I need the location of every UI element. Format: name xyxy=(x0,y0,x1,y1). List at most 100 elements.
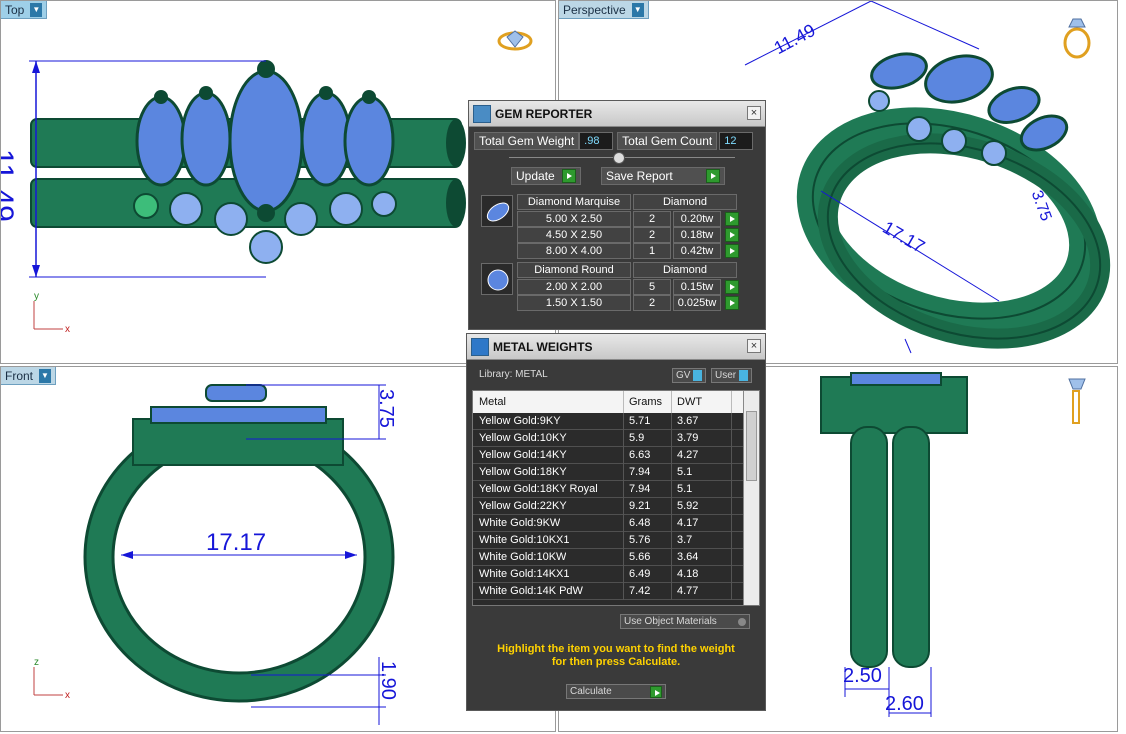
user-label: User xyxy=(715,370,737,381)
viewport-front-label[interactable]: Front ▼ xyxy=(1,367,57,385)
grams-cell: 7.94 xyxy=(629,483,651,495)
dimension-front-band: 1.90 xyxy=(377,661,399,700)
gv-label: GV xyxy=(676,370,691,381)
gem-row-count: 1 xyxy=(633,243,671,259)
svg-text:z: z xyxy=(34,657,39,668)
dimension-top-height: 11.49 xyxy=(0,149,19,222)
dimension-right-a: 2.50 xyxy=(843,665,882,687)
play-icon[interactable] xyxy=(725,212,739,226)
dimension-right-b: 2.60 xyxy=(885,693,924,715)
column-header-metal: Metal xyxy=(479,396,506,408)
metal-cell: Yellow Gold:18KY Royal xyxy=(479,483,598,495)
viewport-front-title: Front xyxy=(5,368,34,383)
dwt-cell: 3.67 xyxy=(677,415,699,427)
dwt-cell: 4.77 xyxy=(677,585,699,597)
total-gem-weight-value: .98 xyxy=(579,132,614,150)
dwt-cell: 4.18 xyxy=(677,568,699,580)
library-label: Library: METAL xyxy=(479,369,548,380)
metal-table-header: Metal Grams DWT xyxy=(473,391,745,413)
metal-cell: White Gold:10KX1 xyxy=(479,534,570,546)
gem-row-weight: 0.20tw xyxy=(673,211,721,227)
viewport-top-label[interactable]: Top ▼ xyxy=(1,1,48,19)
chevron-down-icon[interactable]: ▼ xyxy=(631,2,644,17)
gem-row-weight: 0.18tw xyxy=(673,227,721,243)
dwt-cell: 3.64 xyxy=(677,551,699,563)
gem-reporter-title: GEM REPORTER xyxy=(495,106,593,121)
play-icon xyxy=(650,685,662,698)
calculate-button-label: Calculate xyxy=(570,686,612,697)
column-header-dwt: DWT xyxy=(677,396,703,408)
dwt-cell: 3.79 xyxy=(677,432,699,444)
play-icon xyxy=(706,169,720,183)
table-row[interactable]: Yellow Gold:10KY 5.9 3.79 xyxy=(473,430,745,447)
use-object-materials-label: Use Object Materials xyxy=(624,616,717,627)
gem-group-shape: Diamond Marquise xyxy=(517,194,631,210)
metal-table[interactable]: Metal Grams DWT Yellow Gold:9KY 5.71 3.67 Y… xyxy=(472,390,760,606)
table-row[interactable]: White Gold:10KW 5.66 3.64 xyxy=(473,549,745,566)
grams-cell: 5.66 xyxy=(629,551,651,563)
use-object-materials-toggle[interactable]: Use Object Materials xyxy=(620,614,750,629)
svg-text:x: x xyxy=(65,690,70,701)
chevron-down-icon[interactable]: ▼ xyxy=(39,368,52,383)
metal-cell: White Gold:9KW xyxy=(479,517,561,529)
chevron-down-icon[interactable]: ▼ xyxy=(30,2,43,17)
table-row[interactable]: Yellow Gold:14KY 6.63 4.27 xyxy=(473,447,745,464)
grams-cell: 6.63 xyxy=(629,449,651,461)
grams-cell: 5.9 xyxy=(629,432,645,444)
metal-cell: Yellow Gold:18KY xyxy=(479,466,567,478)
dwt-cell: 3.7 xyxy=(677,534,693,546)
svg-text:x: x xyxy=(65,324,70,335)
slider-handle[interactable] xyxy=(613,152,625,164)
table-row[interactable]: White Gold:10KX1 5.76 3.7 xyxy=(473,532,745,549)
scrollbar[interactable] xyxy=(743,391,759,605)
play-icon[interactable] xyxy=(725,280,739,294)
dwt-cell: 4.17 xyxy=(677,517,699,529)
table-row[interactable]: Yellow Gold:9KY 5.71 3.67 xyxy=(473,413,745,430)
play-icon[interactable] xyxy=(725,228,739,242)
update-button[interactable]: Update xyxy=(511,167,581,185)
gem-group-shape: Diamond Round xyxy=(517,262,631,278)
table-row[interactable]: White Gold:9KW 6.48 4.17 xyxy=(473,515,745,532)
metal-weights-icon xyxy=(471,338,489,356)
gem-reporter-titlebar[interactable]: GEM REPORTER × xyxy=(469,101,765,127)
user-toggle[interactable]: User xyxy=(711,368,753,383)
gem-row-count: 2 xyxy=(633,295,671,311)
metal-cell: Yellow Gold:22KY xyxy=(479,500,567,512)
table-row[interactable]: Yellow Gold:18KY Royal 7.94 5.1 xyxy=(473,481,745,498)
grams-cell: 7.42 xyxy=(629,585,651,597)
scrollbar-thumb[interactable] xyxy=(746,411,757,481)
table-row[interactable]: Yellow Gold:18KY 7.94 5.1 xyxy=(473,464,745,481)
marquise-thumbnail xyxy=(481,195,513,227)
total-gem-count-label: Total Gem Count xyxy=(617,132,718,150)
close-icon[interactable]: × xyxy=(747,106,761,120)
save-report-button[interactable]: Save Report xyxy=(601,167,725,185)
gem-actions-row: Update Save Report xyxy=(511,167,725,185)
grams-cell: 6.49 xyxy=(629,568,651,580)
hint-line-1: Highlight the item you want to find the … xyxy=(497,643,735,655)
metal-weights-titlebar[interactable]: METAL WEIGHTS × xyxy=(467,334,765,360)
dwt-cell: 5.92 xyxy=(677,500,699,512)
table-row[interactable]: White Gold:14K PdW 7.42 4.77 xyxy=(473,583,745,600)
save-report-button-label: Save Report xyxy=(606,169,673,183)
gem-group-material: Diamond xyxy=(633,262,737,278)
table-row[interactable]: White Gold:14KX1 6.49 4.18 xyxy=(473,566,745,583)
metal-cell: Yellow Gold:10KY xyxy=(479,432,567,444)
metal-cell: White Gold:14KX1 xyxy=(479,568,570,580)
total-gem-weight-label: Total Gem Weight xyxy=(474,132,580,150)
gem-row-count: 2 xyxy=(633,227,671,243)
play-icon[interactable] xyxy=(725,244,739,258)
table-row[interactable]: Yellow Gold:22KY 9.21 5.92 xyxy=(473,498,745,515)
calculate-button[interactable]: Calculate xyxy=(566,684,666,699)
grams-cell: 9.21 xyxy=(629,500,651,512)
play-icon[interactable] xyxy=(725,296,739,310)
app-root: y x Top ▼ 11.49 Perspective ▼ 11.49 17.1… xyxy=(0,0,1126,734)
viewport-perspective-label[interactable]: Perspective ▼ xyxy=(559,1,649,19)
gem-row-size: 2.00 X 2.00 xyxy=(517,279,631,295)
metal-cell: White Gold:14K PdW xyxy=(479,585,583,597)
gv-toggle[interactable]: GV xyxy=(672,368,707,383)
close-icon[interactable]: × xyxy=(747,339,761,353)
metal-weights-panel: METAL WEIGHTS × Library: METAL GV User M… xyxy=(466,333,766,711)
gem-row-count: 5 xyxy=(633,279,671,295)
toggle-icon xyxy=(739,370,749,381)
gem-row-weight: 0.025tw xyxy=(673,295,721,311)
